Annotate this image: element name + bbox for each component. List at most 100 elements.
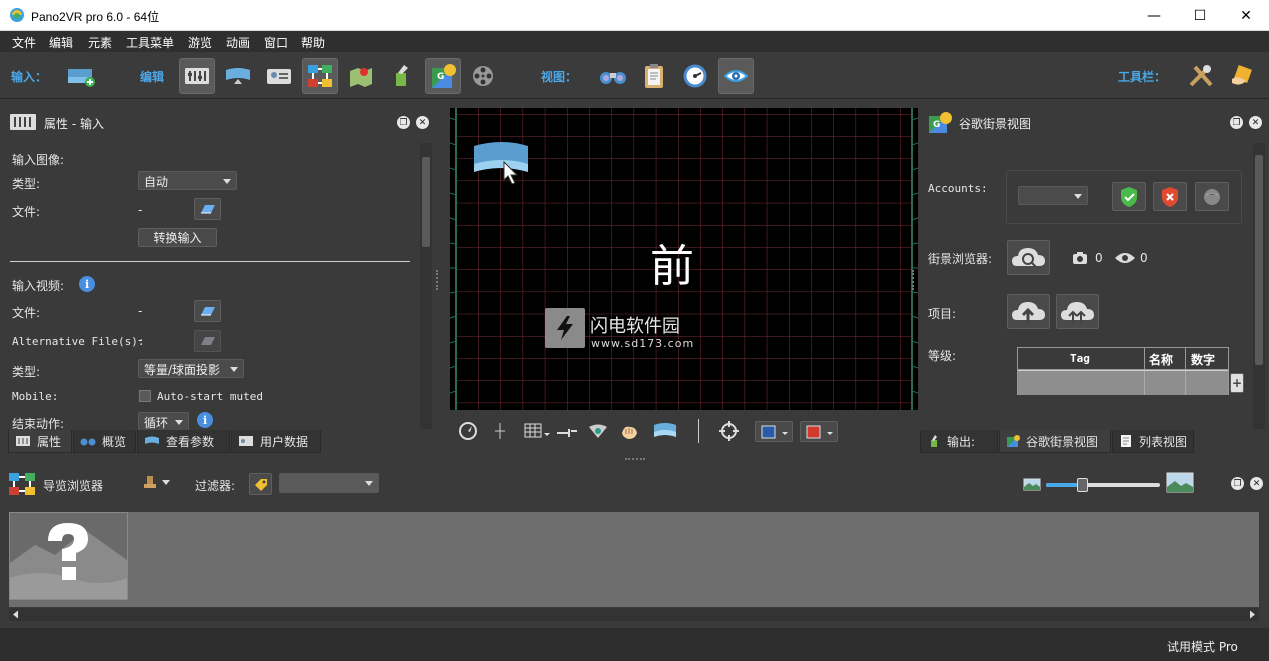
- float-panel-icon[interactable]: ❐: [397, 116, 410, 129]
- animation-reel-icon[interactable]: [466, 58, 502, 94]
- floor-plan-icon[interactable]: [343, 58, 379, 94]
- upload-button[interactable]: [1007, 294, 1050, 329]
- left-splitter[interactable]: [436, 270, 440, 290]
- logout-button[interactable]: [1153, 182, 1187, 211]
- type-select[interactable]: 自动: [138, 171, 237, 190]
- grid-color-picker[interactable]: [755, 421, 793, 442]
- streetview-tab-icon: [1007, 435, 1020, 447]
- menu-window[interactable]: 窗口: [264, 34, 288, 51]
- target-crosshair-icon[interactable]: [718, 420, 740, 442]
- open-video-file-icon[interactable]: [194, 300, 221, 322]
- video-type-select[interactable]: 等量/球面投影: [138, 359, 244, 378]
- panorama-viewport[interactable]: 前 闪电软件园 www.sd173.com: [450, 108, 918, 410]
- streetview-title: 谷歌街景视图: [959, 117, 1032, 131]
- crosshair-thin-icon[interactable]: [489, 420, 511, 442]
- tour-float-icon[interactable]: ❐: [1231, 477, 1244, 490]
- google-streetview-icon[interactable]: G: [425, 58, 461, 94]
- close-button[interactable]: ✕: [1223, 0, 1269, 31]
- open-alt-file-icon[interactable]: [194, 330, 221, 352]
- filter-select[interactable]: [279, 473, 379, 493]
- hand-pan-icon[interactable]: [618, 420, 640, 442]
- open-file-icon[interactable]: [194, 198, 221, 220]
- minimize-button[interactable]: —: [1131, 0, 1177, 31]
- menu-tour[interactable]: 游览: [188, 34, 212, 51]
- menu-help[interactable]: 帮助: [301, 34, 325, 51]
- tab-overview[interactable]: 概览: [73, 430, 136, 453]
- tab-streetview[interactable]: 谷歌街景视图: [999, 430, 1111, 453]
- menu-elements[interactable]: 元素: [88, 34, 112, 51]
- panorama-thumbnail[interactable]: [9, 512, 128, 600]
- view-params-icon[interactable]: [220, 58, 256, 94]
- menu-edit[interactable]: 编辑: [49, 34, 73, 51]
- cube-face-label: 前: [650, 241, 694, 292]
- right-splitter[interactable]: [912, 270, 916, 290]
- convert-input-button[interactable]: 转换输入: [138, 228, 217, 247]
- eye-icon: [1114, 251, 1136, 265]
- maximize-button[interactable]: ☐: [1177, 0, 1223, 31]
- account-settings-button[interactable]: [1195, 182, 1229, 211]
- street-browser-button[interactable]: [1007, 240, 1050, 275]
- add-level-button[interactable]: +: [1230, 373, 1244, 393]
- video-file-value: -: [138, 304, 143, 318]
- section-divider: [10, 261, 410, 262]
- patch-tool-icon[interactable]: [384, 58, 420, 94]
- watermark-text: 闪电软件园: [590, 316, 680, 337]
- accounts-select[interactable]: [1018, 186, 1088, 205]
- tab-view-params[interactable]: 查看参数: [137, 430, 230, 453]
- properties-tool-icon[interactable]: [179, 58, 215, 94]
- streetview-scrollbar[interactable]: [1253, 143, 1265, 429]
- end-action-info-icon[interactable]: i: [196, 411, 214, 429]
- line-color-picker[interactable]: [800, 421, 838, 442]
- autostart-checkbox[interactable]: [139, 390, 151, 402]
- crossed-tools-icon[interactable]: [1183, 58, 1219, 94]
- col-tag[interactable]: Tag: [1070, 352, 1090, 365]
- view-count: 0: [1140, 251, 1148, 265]
- import-panorama-icon[interactable]: [63, 58, 99, 94]
- video-file-label: 文件:: [12, 306, 41, 320]
- bottom-splitter[interactable]: [625, 458, 645, 461]
- tab-user-data[interactable]: 用户数据: [231, 430, 321, 453]
- end-action-select[interactable]: 循环: [138, 412, 189, 431]
- tour-browser-icon[interactable]: [302, 58, 338, 94]
- upload-all-button[interactable]: [1056, 294, 1099, 329]
- info-icon[interactable]: i: [78, 275, 96, 293]
- col-number[interactable]: 数字: [1191, 351, 1215, 368]
- properties-scrollbar[interactable]: [420, 143, 432, 429]
- tab-properties[interactable]: 属性: [8, 430, 72, 453]
- tour-close-icon[interactable]: ✕: [1250, 477, 1263, 490]
- tab-output[interactable]: 输出:: [920, 430, 998, 453]
- panorama-view-icon[interactable]: [652, 420, 678, 442]
- alt-file-label: Alternative File(s):: [12, 335, 145, 348]
- preview-eye-icon[interactable]: [718, 58, 754, 94]
- ruler-tool-icon[interactable]: [556, 420, 578, 442]
- login-button[interactable]: [1112, 182, 1146, 211]
- tab-list-view[interactable]: 列表视图: [1112, 430, 1194, 453]
- stamp-menu-button[interactable]: [142, 474, 170, 492]
- close-panel-icon[interactable]: ✕: [416, 116, 429, 129]
- nadir-patch-icon[interactable]: [587, 420, 609, 442]
- thumbnail-horizontal-scrollbar[interactable]: [9, 608, 1259, 621]
- streetview-float-icon[interactable]: ❐: [1230, 116, 1243, 129]
- clipboard-icon[interactable]: [636, 58, 672, 94]
- grid-toggle-icon[interactable]: [522, 420, 552, 442]
- streetview-close-icon[interactable]: ✕: [1249, 116, 1262, 129]
- table-row[interactable]: [1018, 371, 1228, 395]
- compass-view-icon[interactable]: [677, 58, 713, 94]
- col-name[interactable]: 名称: [1149, 351, 1173, 368]
- menu-animation[interactable]: 动画: [226, 34, 250, 51]
- viewport-toolbar: [450, 413, 918, 449]
- menu-tools[interactable]: 工具菜单: [126, 34, 174, 51]
- zoom-slider-handle[interactable]: [1077, 478, 1089, 492]
- photo-count: 0: [1095, 251, 1103, 265]
- app-logo-icon: [9, 7, 25, 23]
- user-data-icon[interactable]: [261, 58, 297, 94]
- streetview-header: G 谷歌街景视图 ❐ ✕: [920, 107, 1269, 137]
- properties-icon: [9, 112, 37, 132]
- overview-binoculars-icon[interactable]: [595, 58, 631, 94]
- panorama-thumbnail-list[interactable]: [9, 512, 1259, 607]
- menu-file[interactable]: 文件: [12, 34, 36, 51]
- filter-tag-icon[interactable]: [249, 473, 272, 495]
- compass-icon[interactable]: [457, 420, 479, 442]
- hand-tool-icon[interactable]: [1224, 58, 1260, 94]
- thumbnail-zoom-slider[interactable]: [1046, 478, 1160, 492]
